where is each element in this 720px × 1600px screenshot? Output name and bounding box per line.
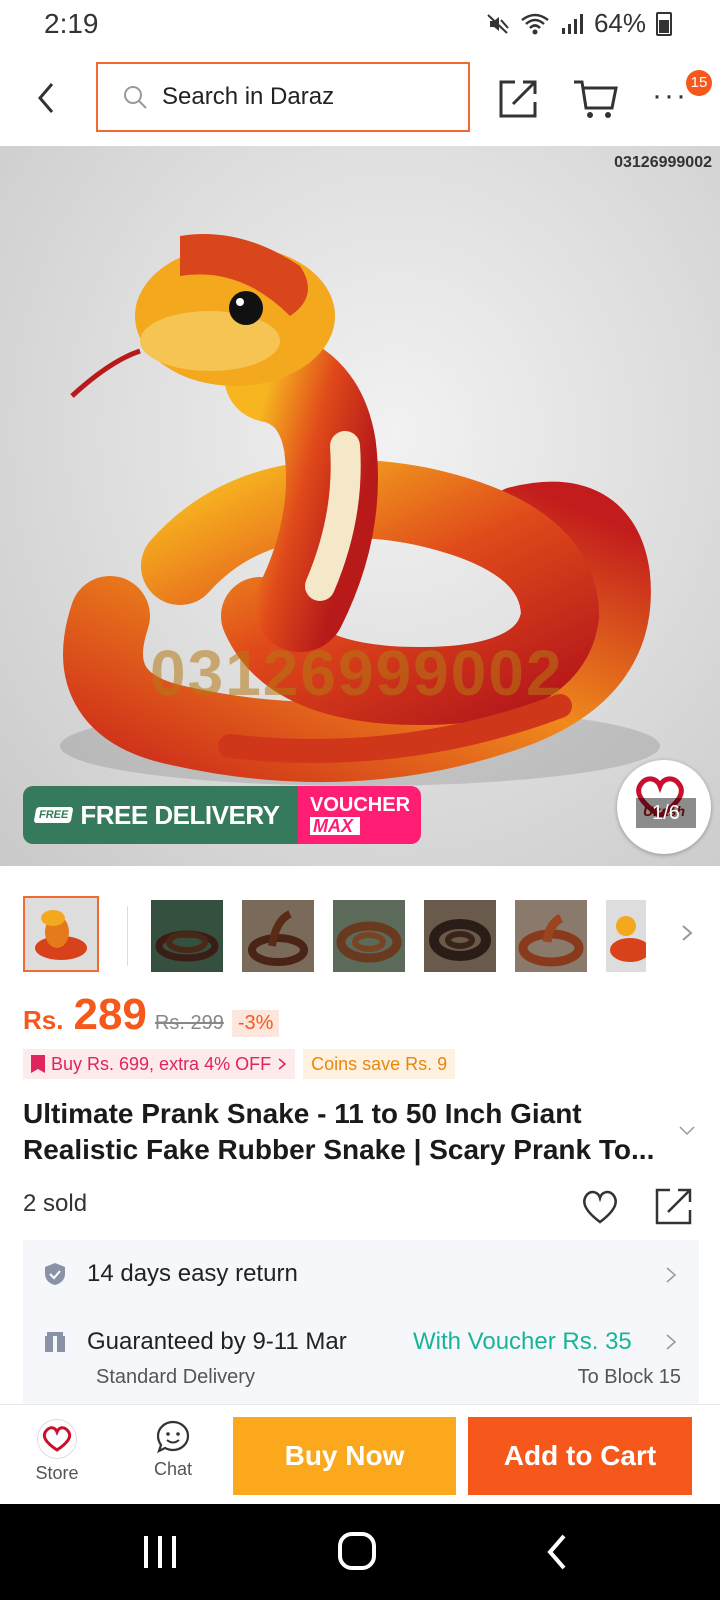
product-title: Ultimate Prank Snake - 11 to 50 Inch Gia… bbox=[23, 1098, 655, 1165]
coins-tag: Coins save Rs. 9 bbox=[303, 1049, 456, 1079]
share-icon bbox=[655, 1188, 692, 1225]
store-label: Store bbox=[35, 1463, 79, 1483]
battery-percent: 64% bbox=[593, 8, 646, 38]
store-logo-icon bbox=[37, 1419, 77, 1459]
store-button[interactable]: Store bbox=[24, 1419, 90, 1493]
status-time: 2:19 bbox=[44, 8, 99, 39]
snake-image bbox=[60, 234, 660, 786]
free-delivery-text: FREE DELIVERY bbox=[80, 799, 280, 830]
bundle-promo-text: Buy Rs. 699, extra 4% OFF bbox=[51, 1054, 272, 1074]
product-image-gallery[interactable]: 03126999002 03126999002 FREE FREE DELIVE… bbox=[0, 146, 720, 866]
voucher-icon bbox=[31, 1055, 45, 1073]
bundle-promo-tag[interactable]: Buy Rs. 699, extra 4% OFF bbox=[23, 1049, 296, 1079]
thumbnail-next-button[interactable] bbox=[677, 918, 697, 948]
battery-icon bbox=[656, 11, 672, 36]
voucher-text: VOUCHER bbox=[310, 794, 411, 816]
notification-badge: 15 bbox=[686, 70, 712, 96]
image-counter: 1/6 bbox=[636, 798, 696, 828]
thumbnail-image bbox=[424, 900, 496, 972]
thumbnail-image bbox=[515, 900, 587, 972]
cart-icon bbox=[574, 80, 618, 118]
thumbnail-image bbox=[151, 900, 223, 972]
status-icons: 64% bbox=[486, 8, 672, 39]
mute-icon bbox=[486, 12, 510, 36]
share-product-button[interactable] bbox=[654, 1186, 694, 1226]
delivery-type-text: Standard Delivery bbox=[96, 1366, 255, 1388]
thumbnail-image bbox=[606, 900, 646, 972]
recent-apps-icon bbox=[144, 1536, 176, 1568]
signal-icon bbox=[560, 12, 584, 36]
chevron-right-icon bbox=[682, 925, 693, 941]
price-currency: Rs. bbox=[23, 1005, 64, 1035]
recent-apps-button[interactable] bbox=[138, 1532, 182, 1572]
price-original: Rs. 299 bbox=[154, 1012, 224, 1034]
back-arrow-icon bbox=[38, 83, 54, 113]
chevron-right-icon bbox=[666, 1334, 677, 1350]
thumbnail-5[interactable] bbox=[424, 900, 496, 972]
thumbnail-4[interactable] bbox=[333, 900, 405, 972]
thumbnail-image bbox=[242, 900, 314, 972]
coins-text: Coins save Rs. 9 bbox=[311, 1054, 448, 1074]
add-to-cart-button[interactable]: Add to Cart bbox=[468, 1417, 692, 1495]
back-button[interactable] bbox=[30, 76, 66, 120]
promo-banner[interactable]: FREE FREE DELIVERY VOUCHER MAX bbox=[23, 786, 421, 844]
chevron-right-icon bbox=[666, 1267, 677, 1283]
max-text: MAX bbox=[310, 817, 360, 835]
watermark-overlay: 03126999002 bbox=[150, 637, 564, 709]
search-input[interactable]: Search in Daraz bbox=[96, 62, 470, 132]
guarantee-text: Guaranteed by 9-11 Mar bbox=[87, 1328, 347, 1355]
price-row: Rs. 289 Rs. 299 -3% bbox=[23, 990, 280, 1040]
promo-tags: Buy Rs. 699, extra 4% OFF Coins save Rs.… bbox=[23, 1049, 456, 1079]
wishlist-button[interactable] bbox=[580, 1188, 620, 1226]
chat-icon bbox=[156, 1420, 190, 1454]
chevron-down-icon bbox=[679, 1126, 695, 1136]
more-dots-icon: ··· bbox=[652, 79, 688, 112]
top-header: Search in Daraz ··· 15 bbox=[0, 56, 720, 144]
thumbnail-image bbox=[25, 898, 97, 970]
chat-label: Chat bbox=[153, 1459, 193, 1479]
share-button[interactable] bbox=[497, 76, 541, 120]
delivery-row[interactable]: Guaranteed by 9-11 Mar With Voucher Rs. … bbox=[23, 1310, 699, 1404]
share-icon bbox=[499, 80, 537, 118]
system-back-button[interactable] bbox=[538, 1532, 582, 1572]
search-icon bbox=[124, 86, 147, 109]
thumbnail-image bbox=[333, 900, 405, 972]
heart-logo-icon bbox=[42, 1426, 72, 1452]
service-info-card: 14 days easy return Guaranteed by 9-11 M… bbox=[23, 1240, 699, 1404]
heart-icon bbox=[583, 1190, 617, 1224]
chevron-right-icon bbox=[278, 1058, 287, 1070]
wifi-icon bbox=[520, 12, 550, 36]
search-placeholder: Search in Daraz bbox=[162, 83, 335, 110]
return-policy-text: 14 days easy return bbox=[87, 1260, 298, 1287]
home-button[interactable] bbox=[336, 1532, 380, 1572]
chat-button[interactable]: Chat bbox=[138, 1419, 208, 1493]
status-bar: 2:19 64% bbox=[0, 0, 720, 50]
shield-check-icon bbox=[45, 1263, 65, 1285]
price-current: 289 bbox=[73, 990, 147, 1039]
discount-badge: -3% bbox=[231, 1010, 280, 1037]
system-navigation-bar bbox=[0, 1504, 720, 1600]
thumbnail-divider bbox=[127, 906, 128, 966]
home-icon bbox=[338, 1532, 376, 1570]
truck-icon: FREE bbox=[33, 807, 74, 823]
watermark-phone: 03126999002 bbox=[614, 154, 712, 171]
thumbnail-strip bbox=[23, 896, 703, 974]
voucher-max-badge: VOUCHER MAX bbox=[298, 786, 421, 844]
back-icon bbox=[547, 1534, 566, 1570]
bottom-action-bar: Store Chat Buy Now Add to Cart bbox=[0, 1404, 720, 1504]
thumbnail-7[interactable] bbox=[606, 900, 646, 972]
buy-now-button[interactable]: Buy Now bbox=[233, 1417, 456, 1495]
package-icon bbox=[45, 1332, 65, 1352]
thumbnail-3[interactable] bbox=[242, 900, 314, 972]
sold-count: 2 sold bbox=[23, 1190, 88, 1217]
cart-button[interactable] bbox=[572, 76, 620, 120]
expand-title-button[interactable] bbox=[678, 1124, 696, 1136]
return-policy-row[interactable]: 14 days easy return bbox=[23, 1240, 699, 1310]
voucher-delivery-text: With Voucher Rs. 35 bbox=[413, 1328, 632, 1355]
thumbnail-1[interactable] bbox=[23, 896, 99, 972]
free-delivery-badge: FREE FREE DELIVERY bbox=[23, 786, 298, 844]
thumbnail-6[interactable] bbox=[515, 900, 587, 972]
delivery-destination-text: To Block 15 bbox=[577, 1366, 681, 1388]
thumbnail-2[interactable] bbox=[151, 900, 223, 972]
